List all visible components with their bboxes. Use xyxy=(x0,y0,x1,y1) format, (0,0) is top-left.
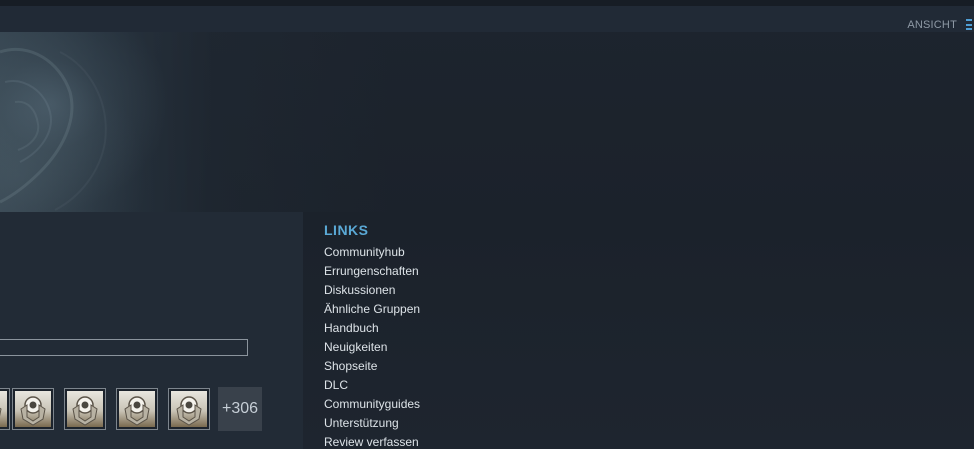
link-support[interactable]: Unterstützung xyxy=(324,414,420,433)
achievement-trophy-icon xyxy=(0,391,7,427)
view-button[interactable]: ANSICHT xyxy=(907,19,957,31)
achievement-badge[interactable] xyxy=(12,388,54,430)
links-panel: LINKS Communityhub Errungenschaften Disk… xyxy=(324,222,420,449)
link-store-page[interactable]: Shopseite xyxy=(324,357,420,376)
achievement-badge[interactable] xyxy=(168,388,210,430)
achievement-badge[interactable] xyxy=(64,388,106,430)
link-community-guides[interactable]: Communityguides xyxy=(324,395,420,414)
hero-artwork xyxy=(0,32,170,212)
link-related-groups[interactable]: Ähnliche Gruppen xyxy=(324,300,420,319)
link-write-review[interactable]: Review verfassen xyxy=(324,433,420,449)
links-list: Communityhub Errungenschaften Diskussion… xyxy=(324,243,420,449)
list-view-icon[interactable] xyxy=(966,19,974,30)
progress-field[interactable] xyxy=(0,339,248,356)
link-manual[interactable]: Handbuch xyxy=(324,319,420,338)
links-title: LINKS xyxy=(324,222,369,238)
achievement-badge[interactable] xyxy=(0,388,10,430)
link-dlc[interactable]: DLC xyxy=(324,376,420,395)
achievement-badge[interactable] xyxy=(116,388,158,430)
achievement-trophy-icon xyxy=(119,391,155,427)
achievement-trophy-icon xyxy=(67,391,103,427)
view-bar: ANSICHT xyxy=(0,6,974,32)
link-news[interactable]: Neuigkeiten xyxy=(324,338,420,357)
link-discussions[interactable]: Diskussionen xyxy=(324,281,420,300)
game-library-page: ANSICHT +306 LINKS Communityhub Errungen… xyxy=(0,0,974,449)
link-communityhub[interactable]: Communityhub xyxy=(324,243,420,262)
link-achievements[interactable]: Errungenschaften xyxy=(324,262,420,281)
more-achievements-button[interactable]: +306 xyxy=(218,387,262,431)
achievement-trophy-icon xyxy=(171,391,207,427)
achievement-trophy-icon xyxy=(15,391,51,427)
